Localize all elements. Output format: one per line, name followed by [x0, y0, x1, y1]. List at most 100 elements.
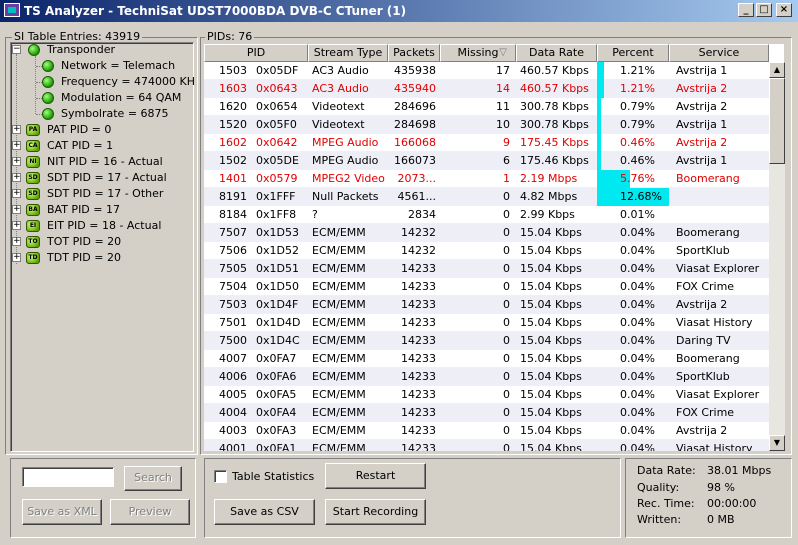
tree-item[interactable]: + TD TDT PID = 20	[11, 250, 194, 266]
scroll-down-arrow-icon[interactable]: ▼	[769, 435, 785, 451]
col-header-packets[interactable]: Packets	[388, 44, 440, 62]
expand-icon[interactable]: +	[12, 221, 21, 230]
tree-item[interactable]: + PA PAT PID = 0	[11, 122, 194, 138]
table-row[interactable]: 4003 0x0FA3 ECM/EMM 14233 0 15.04 Kbps 0.04% Av…	[204, 422, 769, 440]
restart-button[interactable]: Restart	[325, 463, 426, 489]
table-row[interactable]: 7500 0x1D4C ECM/EMM 14233 0 15.04 Kbps 0.04% Da…	[204, 332, 769, 350]
pid-hex-cell: 0x05DE	[256, 154, 299, 167]
pid-hex-cell: 0x1D4F	[256, 298, 299, 311]
stream-type-cell: ECM/EMM	[312, 406, 366, 419]
data-rate-cell: 460.57 Kbps	[520, 82, 589, 95]
search-button[interactable]: Search	[124, 466, 182, 491]
tree-item[interactable]: + NI NIT PID = 16 - Actual	[11, 154, 194, 170]
stream-type-cell: ECM/EMM	[312, 280, 366, 293]
pid-hex-cell: 0x0FA7	[256, 352, 297, 365]
stream-type-cell: ECM/EMM	[312, 388, 366, 401]
stream-type-cell: AC3 Audio	[312, 64, 369, 77]
save-xml-button[interactable]: Save as XML	[22, 499, 102, 525]
table-row[interactable]: 1503 0x05DF AC3 Audio 435938 17 460.57 Kbps 1.…	[204, 62, 769, 80]
col-header-stream-type[interactable]: Stream Type	[308, 44, 388, 62]
tree-item[interactable]: + SD SDT PID = 17 - Other	[11, 186, 194, 202]
tree-item[interactable]: Modulation = 64 QAM	[11, 90, 194, 106]
table-row[interactable]: 7504 0x1D50 ECM/EMM 14233 0 15.04 Kbps 0.04% FO…	[204, 278, 769, 296]
missing-cell: 0	[503, 424, 510, 437]
preview-button[interactable]: Preview	[110, 499, 190, 525]
vertical-scrollbar[interactable]: ▲ ▼	[769, 62, 785, 451]
table-row[interactable]: 4005 0x0FA5 ECM/EMM 14233 0 15.04 Kbps 0.04% Vi…	[204, 386, 769, 404]
title-bar[interactable]: TS Analyzer - TechniSat UDST7000BDA DVB-…	[0, 0, 798, 22]
expand-icon[interactable]: +	[12, 237, 21, 246]
tree-item[interactable]: Frequency = 474000 KHz	[11, 74, 194, 90]
save-csv-button[interactable]: Save as CSV	[214, 499, 315, 525]
tree-item[interactable]: + BA BAT PID = 17	[11, 202, 194, 218]
expand-icon[interactable]: +	[12, 189, 21, 198]
percent-bar	[597, 152, 601, 170]
percent-cell: 0.46%	[620, 154, 655, 167]
missing-cell: 0	[503, 316, 510, 329]
table-row[interactable]: 1502 0x05DE MPEG Audio 166073 6 175.46 Kbps 0.…	[204, 152, 769, 170]
maximize-button[interactable]: □	[756, 3, 772, 17]
table-row[interactable]: 4001 0x0FA1 ECM/EMM 14233 0 15.04 Kbps 0.04% Vi…	[204, 440, 769, 451]
pid-hex-cell: 0x05DF	[256, 64, 299, 77]
table-row[interactable]: 1602 0x0642 MPEG Audio 166068 9 175.45 Kbps 0.…	[204, 134, 769, 152]
pid-cell: 1602	[219, 136, 247, 149]
expand-icon[interactable]: +	[12, 173, 21, 182]
table-row[interactable]: 1620 0x0654 Videotext 284696 11 300.78 Kbps 0.…	[204, 98, 769, 116]
service-cell: Boomerang	[676, 172, 740, 185]
table-row[interactable]: 7501 0x1D4D ECM/EMM 14233 0 15.04 Kbps 0.04% Vi…	[204, 314, 769, 332]
tree-item-label: EIT PID = 18 - Actual	[47, 219, 162, 232]
table-row[interactable]: 7503 0x1D4F ECM/EMM 14233 0 15.04 Kbps 0.04% Av…	[204, 296, 769, 314]
stream-type-cell: MPEG Audio	[312, 136, 379, 149]
table-statistics-checkbox[interactable]	[214, 470, 227, 483]
table-row[interactable]: 1401 0x0579 MPEG2 Video 2073... 1 2.19 Mbps 5.…	[204, 170, 769, 188]
expand-icon[interactable]: +	[12, 253, 21, 262]
table-icon: NI	[26, 156, 40, 168]
collapse-icon[interactable]: −	[12, 45, 21, 54]
table-row[interactable]: 4006 0x0FA6 ECM/EMM 14233 0 15.04 Kbps 0.04% Sp…	[204, 368, 769, 386]
percent-cell: 0.04%	[620, 406, 655, 419]
missing-cell: 0	[503, 406, 510, 419]
data-rate-cell: 175.45 Kbps	[520, 136, 589, 149]
tree-item[interactable]: + CA CAT PID = 1	[11, 138, 194, 154]
col-header-data-rate[interactable]: Data Rate	[516, 44, 597, 62]
col-header-pid[interactable]: PID	[204, 44, 308, 62]
pid-table[interactable]: PID Stream Type Packets Missing ▽ Data Ra…	[204, 44, 784, 451]
data-rate-cell: 15.04 Kbps	[520, 280, 582, 293]
minimize-button[interactable]: _	[738, 3, 754, 17]
tree-item[interactable]: + EI EIT PID = 18 - Actual	[11, 218, 194, 234]
packets-cell: 14232	[401, 226, 436, 239]
quality-value: 98 %	[707, 481, 735, 494]
table-row[interactable]: 8184 0x1FF8? 2834 0 2.99 Kbps 0.01%	[204, 206, 769, 224]
col-header-missing[interactable]: Missing ▽	[440, 44, 516, 62]
table-row[interactable]: 4007 0x0FA7 ECM/EMM 14233 0 15.04 Kbps 0.04% Bo…	[204, 350, 769, 368]
table-row[interactable]: 4004 0x0FA4 ECM/EMM 14233 0 15.04 Kbps 0.04% FO…	[204, 404, 769, 422]
col-header-service[interactable]: Service	[669, 44, 769, 62]
tree-item[interactable]: Symbolrate = 6875	[11, 106, 194, 122]
expand-icon[interactable]: +	[12, 157, 21, 166]
pid-cell: 7507	[219, 226, 247, 239]
table-row[interactable]: 1520 0x05F0 Videotext 284698 10 300.78 Kbps 0.…	[204, 116, 769, 134]
table-icon: TD	[26, 252, 40, 264]
expand-icon[interactable]: +	[12, 205, 21, 214]
stream-type-cell: MPEG2 Video	[312, 172, 385, 185]
tree-item-label: TOT PID = 20	[47, 235, 122, 248]
scroll-thumb[interactable]	[769, 78, 785, 164]
table-row[interactable]: 1603 0x0643 AC3 Audio 435940 14 460.57 Kbps 1.…	[204, 80, 769, 98]
tree-item[interactable]: Network = Telemach	[11, 58, 194, 74]
scroll-up-arrow-icon[interactable]: ▲	[769, 62, 785, 78]
start-recording-button[interactable]: Start Recording	[325, 499, 426, 525]
tree-item[interactable]: − Transponder	[11, 42, 194, 58]
tree-item[interactable]: + TO TOT PID = 20	[11, 234, 194, 250]
search-input[interactable]	[22, 467, 114, 487]
expand-icon[interactable]: +	[12, 141, 21, 150]
table-row[interactable]: 7507 0x1D53 ECM/EMM 14232 0 15.04 Kbps 0.04% Bo…	[204, 224, 769, 242]
table-row[interactable]: 8191 0x1FFF Null Packets 4561... 0 4.82 Mbps 1…	[204, 188, 769, 206]
table-row[interactable]: 7506 0x1D52 ECM/EMM 14232 0 15.04 Kbps 0.04% Sp…	[204, 242, 769, 260]
col-header-percent[interactable]: Percent	[597, 44, 669, 62]
table-row[interactable]: 7505 0x1D51 ECM/EMM 14233 0 15.04 Kbps 0.04% Vi…	[204, 260, 769, 278]
expand-icon[interactable]: +	[12, 125, 21, 134]
percent-bar	[597, 116, 601, 134]
close-button[interactable]: ×	[776, 3, 792, 17]
tree-item[interactable]: + SD SDT PID = 17 - Actual	[11, 170, 194, 186]
pid-cell: 8184	[219, 208, 247, 221]
